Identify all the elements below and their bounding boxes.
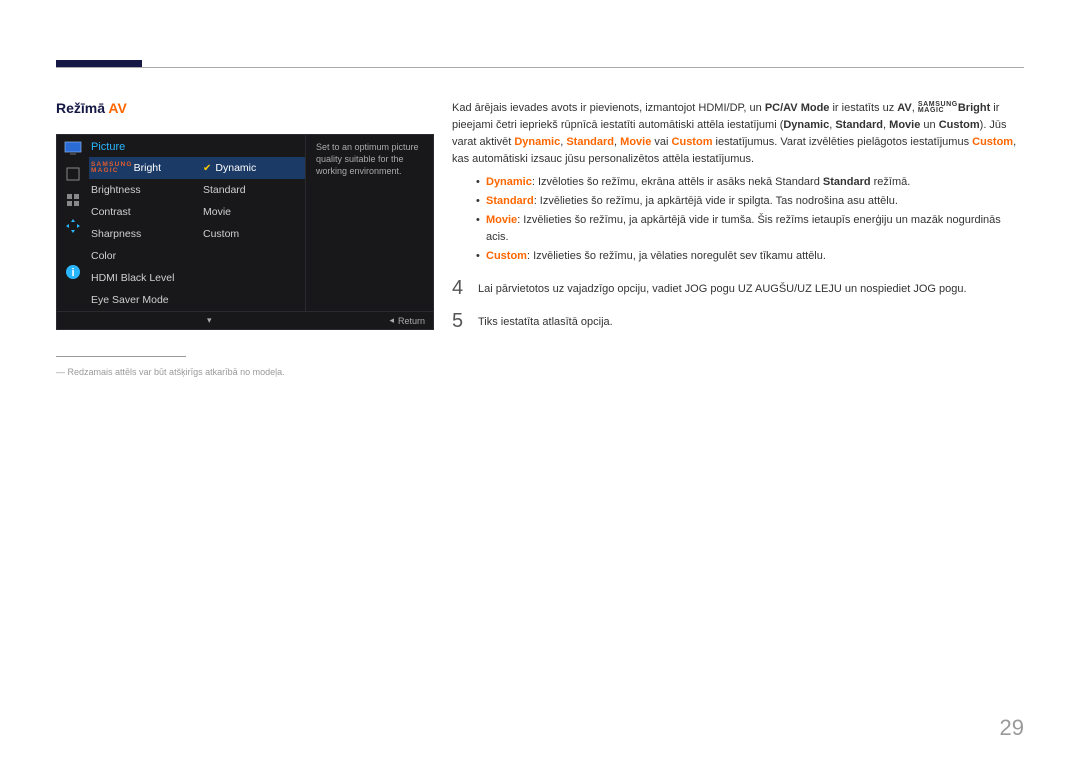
- step-text-5: Tiks iestatīta atlasītā opcija.: [478, 308, 613, 331]
- osd-option-movie[interactable]: Movie: [195, 201, 305, 223]
- info-icon: i: [64, 265, 82, 279]
- osd-item-contrast[interactable]: Contrast: [89, 201, 195, 223]
- step-5: 5 Tiks iestatīta atlasītā opcija.: [452, 308, 1024, 331]
- svg-text:i: i: [71, 267, 74, 279]
- step-number-5: 5: [452, 311, 478, 331]
- step-text-4: Lai pārvietotos uz vajadzīgo opciju, vad…: [478, 275, 967, 298]
- osd-option-dynamic[interactable]: Dynamic: [195, 157, 305, 179]
- footnote-divider: [56, 356, 186, 357]
- return-label: Return: [398, 316, 425, 326]
- page-number: 29: [1000, 715, 1024, 741]
- bright-label: Bright: [134, 162, 161, 174]
- osd-item-brightness[interactable]: Brightness: [89, 179, 195, 201]
- heading-accent: AV: [108, 100, 126, 116]
- osd-title: Picture: [89, 135, 195, 157]
- list-item-standard: • Standard: Izvēlieties šo režīmu, ja ap…: [452, 193, 1024, 210]
- list-item-dynamic: • Dynamic: Izvēloties šo režīmu, ekrāna …: [452, 174, 1024, 191]
- samsung-magic-inline: SAMSUNGMAGIC: [918, 102, 958, 115]
- osd-footer: ▾ ◂ Return: [57, 311, 433, 329]
- osd-option-custom[interactable]: Custom: [195, 223, 305, 245]
- intro-paragraph: Kad ārējais ievades avots ir pievienots,…: [452, 100, 1024, 168]
- step-4: 4 Lai pārvietotos uz vajadzīgo opciju, v…: [452, 275, 1024, 298]
- osd-item-color[interactable]: Color: [89, 245, 195, 267]
- list-item-movie: • Movie: Izvēlieties šo režīmu, ja apkār…: [452, 212, 1024, 246]
- list-item-custom: • Custom: Izvēlieties šo režīmu, ja vēla…: [452, 248, 1024, 265]
- monitor-icon: [64, 141, 82, 155]
- osd-item-hdmi-black[interactable]: HDMI Black Level: [89, 267, 195, 289]
- osd-item-sharpness[interactable]: Sharpness: [89, 223, 195, 245]
- back-triangle-icon: ◂: [389, 315, 394, 326]
- section-heading: Režīmā AV: [56, 100, 434, 116]
- footnote: ― Redzamais attēls var būt atšķirīgs atk…: [56, 367, 434, 377]
- chevron-down-icon: ▾: [207, 315, 212, 326]
- square-icon: [64, 167, 82, 181]
- osd-option-standard[interactable]: Standard: [195, 179, 305, 201]
- samsung-magic-logo: SAMSUNGMAGIC: [91, 162, 133, 174]
- osd-item-eye-saver[interactable]: Eye Saver Mode: [89, 289, 195, 311]
- grid-icon: [64, 193, 82, 207]
- osd-side-icons: i: [57, 135, 89, 311]
- heading-prefix: Režīmā: [56, 100, 108, 116]
- osd-screenshot: i Picture SAMSUNGMAGICBright Brightness …: [56, 134, 434, 330]
- arrows-icon: [64, 219, 82, 233]
- osd-item-magicbright[interactable]: SAMSUNGMAGICBright: [89, 157, 195, 179]
- osd-description: Set to an optimum picture quality suitab…: [305, 135, 433, 311]
- step-number-4: 4: [452, 278, 478, 298]
